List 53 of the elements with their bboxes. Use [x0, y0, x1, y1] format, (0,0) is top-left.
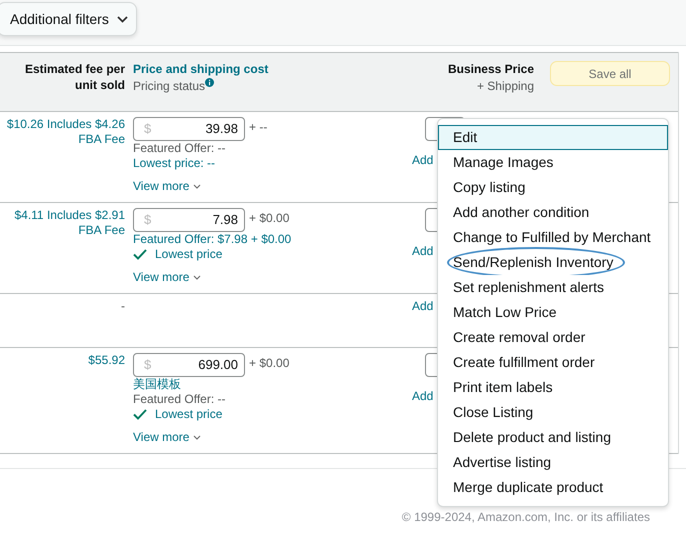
column-subheader: Pricing status	[133, 78, 206, 95]
pricing-link[interactable]: Featured Offer: $7.98 + $0.00	[133, 232, 292, 246]
checkmark-icon	[133, 409, 147, 420]
add-link[interactable]: Add	[412, 389, 434, 404]
shipping-text: + --	[249, 120, 268, 135]
menu-item[interactable]: Set replenishment alerts	[438, 275, 668, 300]
status-text: Lowest price	[155, 407, 222, 422]
chevron-down-icon[interactable]	[193, 184, 202, 189]
pricing-link[interactable]: Lowest price: --	[133, 156, 216, 170]
featured-offer-text: Featured Offer: --	[133, 392, 226, 407]
view-more-link[interactable]: View more	[133, 430, 190, 445]
shipping-text: + $0.00	[249, 356, 290, 371]
fee-text: $10.26 Includes $4.26 FBA Fee	[6, 117, 125, 148]
column-header: Business Price	[448, 61, 534, 77]
column-subheader: + Shipping	[476, 78, 534, 95]
price-field[interactable]: $ 7.98	[133, 208, 245, 232]
shipping-text: + $0.00	[249, 211, 290, 226]
menu-item[interactable]: Print item labels	[438, 375, 668, 400]
chevron-down-icon[interactable]	[193, 435, 202, 440]
fee-text: $4.11 Includes $2.91 FBA Fee	[13, 208, 125, 239]
fee-text: -	[120, 299, 125, 315]
view-more-link[interactable]: View more	[133, 179, 190, 194]
menu-item[interactable]: Send/Replenish Inventory	[438, 250, 668, 275]
menu-item[interactable]: Manage Images	[438, 150, 668, 175]
column-header[interactable]: Price and shipping cost	[133, 61, 395, 77]
menu-item[interactable]: Copy listing	[438, 175, 668, 200]
menu-item[interactable]: Advertise listing	[438, 450, 668, 475]
chevron-down-icon	[116, 16, 128, 22]
menu-item[interactable]: Match Low Price	[438, 300, 668, 325]
featured-offer-text: Featured Offer: --	[133, 141, 226, 156]
price-field[interactable]: $ 699.00	[133, 353, 245, 377]
add-link[interactable]: Add	[412, 153, 434, 168]
menu-item[interactable]: Edit	[438, 125, 668, 150]
price-field[interactable]: $ 39.98	[133, 117, 245, 141]
status-text: Lowest price	[155, 247, 222, 262]
menu-item[interactable]: Create removal order	[438, 325, 668, 350]
filters-button[interactable]: Additional filters	[0, 2, 137, 36]
menu-item[interactable]: Merge duplicate product	[438, 475, 668, 500]
menu-item[interactable]: Delete product and listing	[438, 425, 668, 450]
menu-item[interactable]: Create fulfillment order	[438, 350, 668, 375]
menu-item[interactable]: Add another condition	[438, 200, 668, 225]
chevron-down-icon[interactable]	[193, 275, 202, 280]
fee-text: $55.92	[87, 353, 125, 369]
menu-item[interactable]: Change to Fulfilled by Merchant	[438, 225, 668, 250]
add-link[interactable]: Add	[412, 244, 434, 259]
menu-item[interactable]: Close Listing	[438, 400, 668, 425]
add-link[interactable]: Add	[412, 299, 434, 314]
save-all-button[interactable]: Save all	[550, 61, 670, 86]
pricing-link[interactable]: 美国模板	[133, 377, 181, 391]
info-icon[interactable]	[205, 78, 214, 87]
view-more-link[interactable]: View more	[133, 270, 190, 285]
column-header: Estimated fee per unit sold	[24, 61, 125, 93]
checkmark-icon	[133, 249, 147, 260]
